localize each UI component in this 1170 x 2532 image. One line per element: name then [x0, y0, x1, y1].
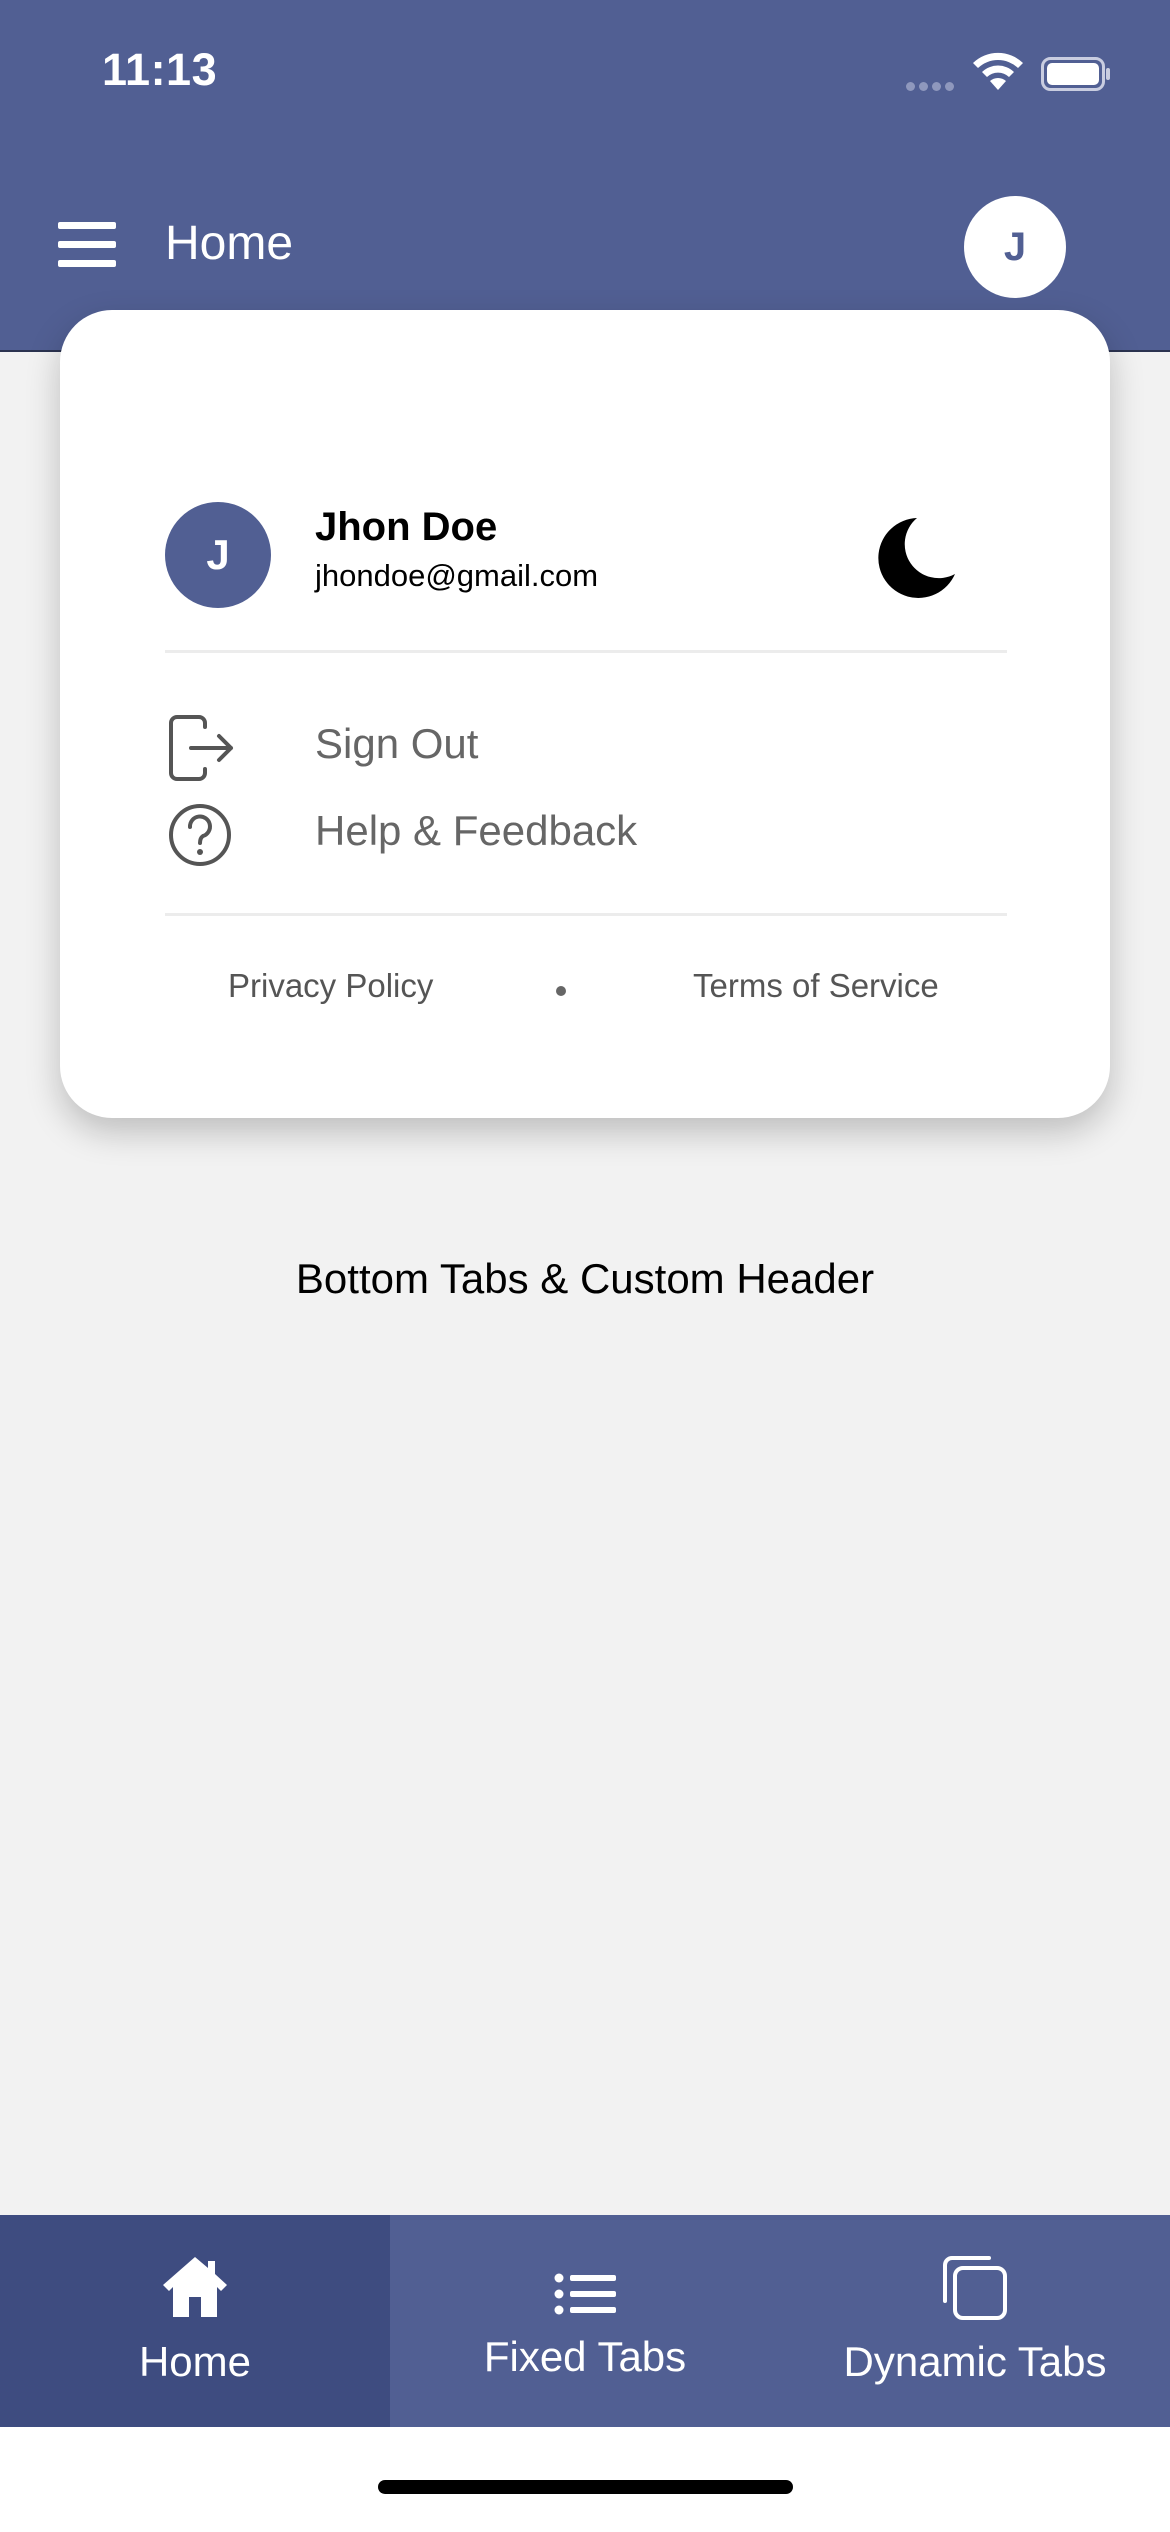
moon-icon[interactable]	[855, 502, 965, 612]
header-avatar-button[interactable]: J	[964, 196, 1066, 298]
terms-of-service-link[interactable]: Terms of Service	[693, 967, 939, 1005]
help-feedback-button[interactable]: Help & Feedback	[315, 807, 637, 855]
user-avatar: J	[165, 502, 271, 608]
copy-icon	[943, 2256, 1007, 2320]
sign-out-button[interactable]: Sign Out	[315, 720, 478, 768]
sign-out-icon[interactable]	[165, 713, 235, 783]
help-icon[interactable]	[165, 800, 235, 870]
cellular-signal-icon	[906, 78, 958, 96]
status-time: 11:13	[102, 44, 218, 95]
tab-home[interactable]: Home	[0, 2215, 390, 2427]
tab-label: Home	[138, 2338, 252, 2385]
hamburger-menu-icon[interactable]	[58, 220, 118, 268]
tab-label: Fixed Tabs	[483, 2333, 687, 2380]
app-header: 11:13 Home J	[0, 0, 1170, 352]
battery-icon	[1041, 57, 1110, 91]
divider	[165, 913, 1007, 916]
bottom-tab-bar: Home Fixed Tabs Dynamic Tabs	[0, 2215, 1170, 2427]
page-title: Home	[165, 217, 294, 270]
user-name: Jhon Doe	[315, 505, 498, 549]
home-icon	[163, 2257, 227, 2317]
tab-label: Dynamic Tabs	[843, 2338, 1107, 2385]
divider	[165, 650, 1007, 653]
main-content-text: Bottom Tabs & Custom Header	[295, 1255, 875, 1302]
wifi-icon	[973, 52, 1023, 90]
account-popup: J Jhon Doe jhondoe@gmail.com Sign Out He…	[60, 310, 1110, 1118]
home-indicator[interactable]	[378, 2480, 793, 2494]
tab-dynamic-tabs[interactable]: Dynamic Tabs	[780, 2215, 1170, 2427]
list-icon	[554, 2273, 616, 2315]
footer-separator-dot	[556, 986, 566, 996]
tab-fixed-tabs[interactable]: Fixed Tabs	[390, 2215, 780, 2427]
user-email: jhondoe@gmail.com	[315, 558, 599, 593]
privacy-policy-link[interactable]: Privacy Policy	[228, 967, 433, 1005]
